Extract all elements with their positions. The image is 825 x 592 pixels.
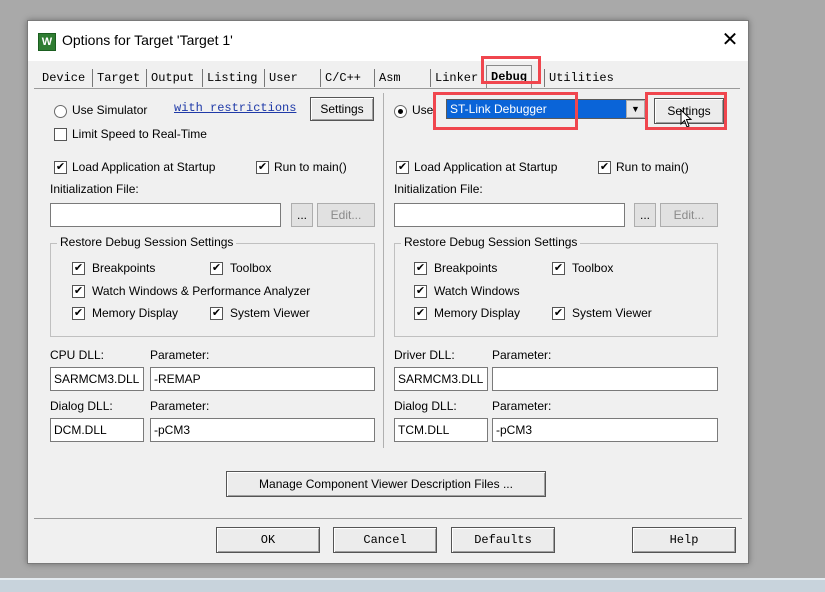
- app-icon: W: [38, 33, 56, 51]
- driver-param-label: Parameter:: [492, 348, 552, 362]
- toolbox-checkbox-left[interactable]: ✔: [210, 262, 223, 275]
- system-viewer-label-right: System Viewer: [572, 306, 652, 320]
- with-restrictions-link[interactable]: with restrictions: [174, 101, 296, 115]
- breakpoints-label-left: Breakpoints: [92, 261, 156, 275]
- cpu-param-field[interactable]: -REMAP: [150, 367, 375, 391]
- dialog-dll-field-right[interactable]: TCM.DLL: [394, 418, 488, 442]
- tab-listing[interactable]: Listing: [202, 69, 261, 87]
- highlight-debugger-select: [433, 92, 578, 130]
- dialog-param-field-left[interactable]: -pCM3: [150, 418, 375, 442]
- init-file-input-right[interactable]: [394, 203, 625, 227]
- cpu-param-label: Parameter:: [150, 348, 210, 362]
- restore-title-left: Restore Debug Session Settings: [57, 235, 237, 249]
- tab-underline: [34, 88, 740, 89]
- cancel-button[interactable]: Cancel: [333, 527, 437, 553]
- close-icon[interactable]: ✕: [718, 28, 742, 52]
- dialog-param-label-left: Parameter:: [150, 399, 210, 413]
- highlight-settings-button: [645, 92, 727, 130]
- limit-speed-checkbox[interactable]: [54, 128, 67, 141]
- panel-separator: [383, 93, 384, 448]
- toolbox-label-left: Toolbox: [230, 261, 272, 275]
- init-browse-button-left[interactable]: ...: [291, 203, 313, 227]
- tab-utilities[interactable]: Utilities: [544, 69, 618, 87]
- run-to-main-label-left: Run to main(): [274, 160, 347, 174]
- window-title: Options for Target 'Target 1': [62, 32, 233, 48]
- init-file-label-left: Initialization File:: [50, 182, 139, 196]
- breakpoints-label-right: Breakpoints: [434, 261, 498, 275]
- watch-windows-label-right: Watch Windows: [434, 284, 520, 298]
- use-debugger-radio[interactable]: [394, 105, 407, 118]
- cpu-dll-label: CPU DLL:: [50, 348, 105, 362]
- defaults-button[interactable]: Defaults: [451, 527, 555, 553]
- dialog-dll-label-left: Dialog DLL:: [50, 399, 113, 413]
- footer-divider: [34, 518, 742, 519]
- watch-windows-checkbox-left[interactable]: ✔: [72, 285, 85, 298]
- restore-title-right: Restore Debug Session Settings: [401, 235, 581, 249]
- cpu-dll-field[interactable]: SARMCM3.DLL: [50, 367, 144, 391]
- tab-target[interactable]: Target: [92, 69, 144, 87]
- limit-speed-label: Limit Speed to Real-Time: [72, 127, 207, 141]
- options-dialog: W Options for Target 'Target 1' ✕ Device…: [27, 20, 749, 564]
- toolbox-checkbox-right[interactable]: ✔: [552, 262, 565, 275]
- highlight-debug-tab: [481, 56, 541, 84]
- manage-component-viewer-button[interactable]: Manage Component Viewer Description File…: [226, 471, 546, 497]
- init-file-input-left[interactable]: [50, 203, 281, 227]
- load-app-checkbox-left[interactable]: ✔: [54, 161, 67, 174]
- dialog-param-field-right[interactable]: -pCM3: [492, 418, 718, 442]
- memory-display-label-left: Memory Display: [92, 306, 179, 320]
- ok-button[interactable]: OK: [216, 527, 320, 553]
- memory-display-checkbox-right[interactable]: ✔: [414, 307, 427, 320]
- memory-display-checkbox-left[interactable]: ✔: [72, 307, 85, 320]
- init-edit-button-left[interactable]: Edit...: [317, 203, 375, 227]
- watch-windows-checkbox-right[interactable]: ✔: [414, 285, 427, 298]
- tab-cpp[interactable]: C/C++: [320, 69, 365, 87]
- system-viewer-checkbox-left[interactable]: ✔: [210, 307, 223, 320]
- driver-param-field[interactable]: [492, 367, 718, 391]
- load-app-checkbox-right[interactable]: ✔: [396, 161, 409, 174]
- run-to-main-label-right: Run to main(): [616, 160, 689, 174]
- toolbox-label-right: Toolbox: [572, 261, 614, 275]
- run-to-main-checkbox-left[interactable]: ✔: [256, 161, 269, 174]
- tab-user[interactable]: User: [264, 69, 302, 87]
- run-to-main-checkbox-right[interactable]: ✔: [598, 161, 611, 174]
- tab-device[interactable]: Device: [38, 69, 89, 87]
- dropdown-arrow-icon[interactable]: ▼: [626, 100, 645, 118]
- init-browse-button-right[interactable]: ...: [634, 203, 656, 227]
- driver-dll-label: Driver DLL:: [394, 348, 455, 362]
- memory-display-label-right: Memory Display: [434, 306, 521, 320]
- breakpoints-checkbox-right[interactable]: ✔: [414, 262, 427, 275]
- simulator-settings-button[interactable]: Settings: [310, 97, 374, 121]
- title-bar: W Options for Target 'Target 1' ✕: [28, 21, 748, 61]
- help-button[interactable]: Help: [632, 527, 736, 553]
- init-edit-button-right[interactable]: Edit...: [660, 203, 718, 227]
- watch-windows-label-left: Watch Windows & Performance Analyzer: [92, 284, 311, 298]
- dialog-dll-label-right: Dialog DLL:: [394, 399, 457, 413]
- system-viewer-checkbox-right[interactable]: ✔: [552, 307, 565, 320]
- load-app-label-right: Load Application at Startup: [414, 160, 558, 174]
- dialog-param-label-right: Parameter:: [492, 399, 552, 413]
- load-app-label-left: Load Application at Startup: [72, 160, 216, 174]
- breakpoints-checkbox-left[interactable]: ✔: [72, 262, 85, 275]
- tab-output[interactable]: Output: [146, 69, 198, 87]
- driver-dll-field[interactable]: SARMCM3.DLL: [394, 367, 488, 391]
- tab-linker[interactable]: Linker: [430, 69, 482, 87]
- use-simulator-radio[interactable]: [54, 105, 67, 118]
- use-simulator-label: Use Simulator: [72, 103, 148, 117]
- tab-asm[interactable]: Asm: [374, 69, 405, 87]
- system-viewer-label-left: System Viewer: [230, 306, 310, 320]
- init-file-label-right: Initialization File:: [394, 182, 483, 196]
- dialog-dll-field-left[interactable]: DCM.DLL: [50, 418, 144, 442]
